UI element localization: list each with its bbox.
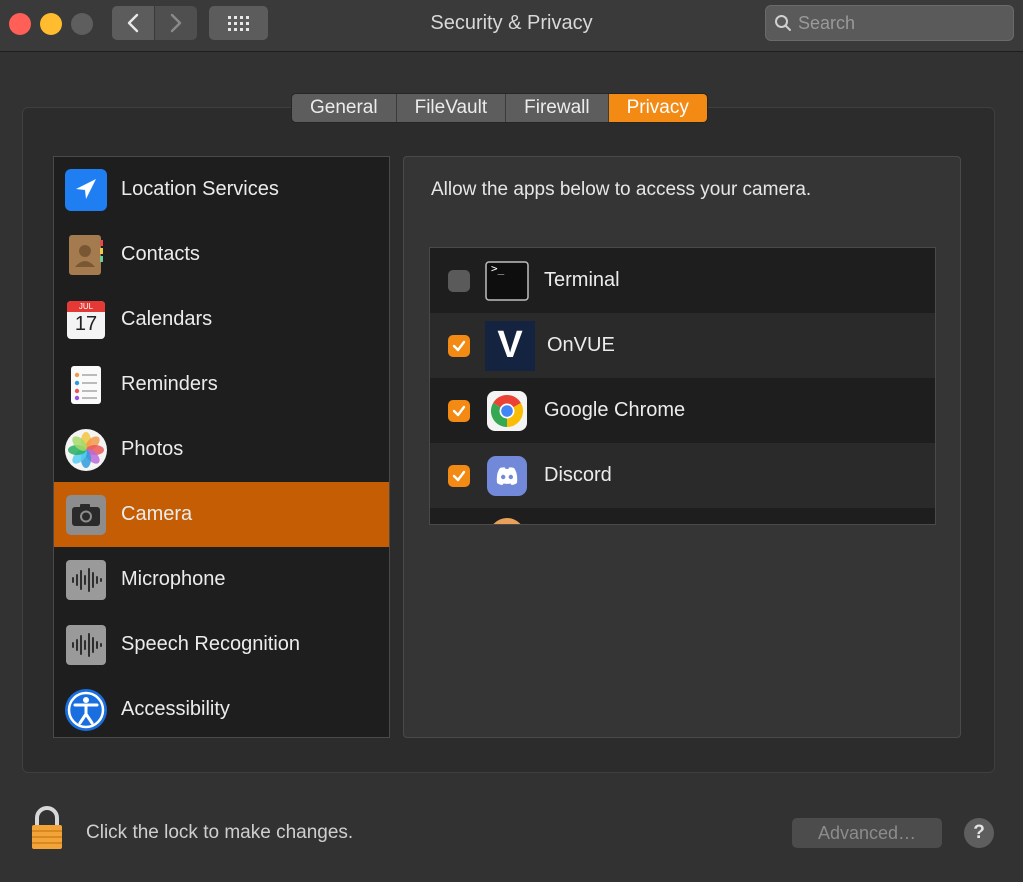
lock-instruction-text: Click the lock to make changes. (86, 822, 354, 843)
app-row-onvue[interactable]: V OnVUE (430, 313, 935, 378)
sidebar-item-label: Camera (121, 503, 193, 525)
contacts-book-icon (64, 233, 108, 277)
camera-icon (64, 493, 108, 537)
app-name: Google Chrome (544, 399, 686, 421)
minimize-window-button[interactable] (40, 13, 62, 35)
discord-icon (485, 454, 529, 498)
help-button[interactable]: ? (964, 818, 994, 848)
sidebar-item-label: Accessibility (121, 698, 230, 720)
microphone-waveform-icon (64, 558, 108, 602)
location-arrow-icon (64, 168, 108, 212)
checkmark-icon (452, 470, 466, 481)
chevron-right-icon (170, 13, 182, 33)
terminal-icon: >_ (485, 259, 529, 303)
checkmark-icon (452, 340, 466, 351)
partial-app-icon (489, 518, 525, 524)
title-bar: Security & Privacy (0, 0, 1023, 52)
app-row-google-chrome[interactable]: Google Chrome (430, 378, 935, 443)
terminal-prompt-glyph: >_ (491, 261, 505, 275)
onvue-icon-letter: V (497, 324, 523, 366)
app-row-terminal[interactable]: >_ Terminal (430, 248, 935, 313)
app-row-discord[interactable]: Discord (430, 443, 935, 508)
tab-bar: General FileVault Firewall Privacy (291, 93, 708, 123)
forward-button[interactable] (155, 6, 197, 40)
checkmark-icon (452, 405, 466, 416)
lock-icon[interactable] (29, 806, 65, 855)
sidebar-item-photos[interactable]: Photos (54, 417, 389, 482)
search-icon (775, 15, 791, 31)
app-row-partial[interactable] (430, 508, 935, 524)
advanced-button[interactable]: Advanced… (792, 818, 942, 848)
back-button[interactable] (112, 6, 154, 40)
camera-detail-pane: Allow the apps below to access your came… (403, 156, 961, 738)
sidebar-item-label: Location Services (121, 178, 279, 200)
sidebar-item-camera[interactable]: Camera (54, 482, 389, 547)
reminders-list-icon (64, 363, 108, 407)
sidebar-item-label: Photos (121, 438, 184, 460)
onvue-icon: V (485, 320, 535, 371)
show-all-button[interactable] (209, 6, 268, 40)
sidebar-item-calendars[interactable]: JUL 17 Calendars (54, 287, 389, 352)
sidebar-item-label: Microphone (121, 568, 226, 590)
speech-waveform-icon (64, 623, 108, 667)
detail-description: Allow the apps below to access your came… (431, 179, 812, 200)
terminal-checkbox[interactable] (448, 269, 470, 292)
sidebar-item-label: Reminders (121, 373, 218, 395)
calendar-icon: JUL 17 (64, 298, 108, 342)
sidebar-item-contacts[interactable]: Contacts (54, 222, 389, 287)
sidebar-item-label: Speech Recognition (121, 633, 301, 655)
privacy-category-list: Location Services Contacts JUL 17 Calend… (53, 156, 390, 738)
close-window-button[interactable] (9, 13, 31, 35)
search-field[interactable] (765, 5, 1014, 41)
app-name: Discord (544, 464, 612, 486)
chevron-left-icon (127, 13, 139, 33)
onvue-checkbox[interactable] (448, 334, 470, 357)
camera-app-list[interactable]: >_ Terminal V OnVUE Google Chrome Discor… (429, 247, 936, 525)
sidebar-item-label: Contacts (121, 243, 200, 265)
sidebar-item-reminders[interactable]: Reminders (54, 352, 389, 417)
sidebar-item-speech-recognition[interactable]: Speech Recognition (54, 612, 389, 677)
sidebar-item-location-services[interactable]: Location Services (54, 157, 389, 222)
zoom-window-button[interactable] (71, 13, 93, 35)
photos-flower-icon (64, 428, 108, 472)
tab-firewall[interactable]: Firewall (506, 94, 609, 122)
discord-checkbox[interactable] (448, 464, 470, 487)
accessibility-person-icon (64, 688, 108, 732)
sidebar-item-label: Calendars (121, 308, 213, 330)
calendar-month-label: JUL (78, 301, 94, 311)
sidebar-item-accessibility[interactable]: Accessibility (54, 677, 389, 737)
google-chrome-checkbox[interactable] (448, 399, 470, 422)
sidebar-item-microphone[interactable]: Microphone (54, 547, 389, 612)
app-name: OnVUE (547, 334, 615, 356)
chrome-icon (485, 389, 529, 433)
tab-filevault[interactable]: FileVault (396, 94, 507, 122)
grid-icon (228, 15, 249, 31)
search-input[interactable] (798, 12, 998, 34)
tab-privacy[interactable]: Privacy (608, 94, 707, 122)
app-name: Terminal (544, 269, 620, 291)
tab-general[interactable]: General (292, 94, 397, 122)
calendar-day-label: 17 (74, 312, 98, 335)
